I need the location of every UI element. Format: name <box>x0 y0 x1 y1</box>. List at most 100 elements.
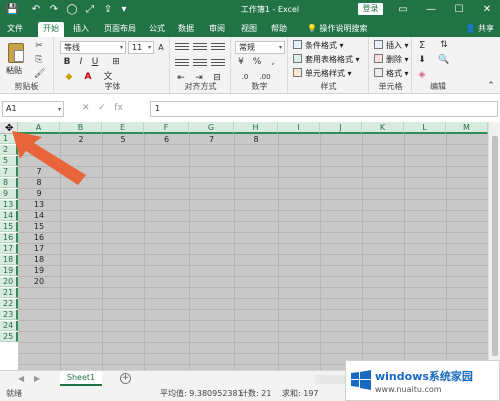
autosum-button[interactable]: Σ <box>417 40 427 51</box>
column-header-g[interactable]: G <box>189 122 234 134</box>
column-header-e[interactable]: E <box>102 122 144 134</box>
align-right-icon[interactable] <box>211 59 225 69</box>
cell-a16[interactable]: 16 <box>18 233 60 243</box>
cell-e1[interactable]: 5 <box>102 135 144 145</box>
column-header-h[interactable]: H <box>234 122 278 134</box>
percent-button[interactable]: % <box>252 57 262 68</box>
delete-button[interactable]: 删除 ▾ <box>374 54 409 66</box>
number-format-select[interactable]: 常规 ▾ <box>235 41 285 54</box>
format-as-table-button[interactable]: 套用表格格式 ▾ <box>293 54 360 66</box>
cell-a19[interactable]: 19 <box>18 266 60 276</box>
row-header[interactable]: 13 <box>0 200 18 210</box>
align-top-icon[interactable] <box>175 43 189 53</box>
find-select-icon[interactable]: 🔍 <box>437 55 451 66</box>
share-button[interactable]: 👤 共享 <box>465 22 494 35</box>
tab-data[interactable]: 数据 <box>175 22 197 37</box>
tab-formulas[interactable]: 公式 <box>146 22 168 37</box>
customize-qa-icon[interactable]: ▾ <box>118 3 130 16</box>
font-name-select[interactable]: 等线 ▾ <box>60 41 126 54</box>
prev-sheet-icon[interactable]: ◀ <box>18 374 24 383</box>
column-header-k[interactable]: K <box>362 122 404 134</box>
conditional-format-button[interactable]: 条件格式 ▾ <box>293 40 344 52</box>
tab-insert[interactable]: 插入 <box>70 22 92 37</box>
row-header[interactable]: 19 <box>0 266 18 276</box>
column-header-m[interactable]: M <box>446 122 488 134</box>
currency-button[interactable]: ¥ <box>236 57 246 68</box>
copy-icon[interactable]: ⎘ <box>34 55 44 65</box>
tab-home[interactable]: 开始 <box>38 22 64 37</box>
bold-button[interactable]: B <box>62 57 72 68</box>
italic-button[interactable]: I <box>76 57 86 68</box>
collapse-ribbon-icon[interactable]: ⌃ <box>486 81 496 92</box>
ribbon-display-icon[interactable]: ▭ <box>392 2 414 17</box>
cell-a20[interactable]: 20 <box>18 277 60 287</box>
next-sheet-icon[interactable]: ▶ <box>34 374 40 383</box>
comma-button[interactable]: , <box>268 57 278 68</box>
sort-filter-icon[interactable]: ⇅ <box>437 40 451 51</box>
tab-file[interactable]: 文件 <box>4 22 26 37</box>
cell-a17[interactable]: 17 <box>18 244 60 254</box>
cell-styles-button[interactable]: 单元格样式 ▾ <box>293 68 352 80</box>
enter-icon[interactable]: ✓ <box>98 103 106 113</box>
format-button[interactable]: 格式 ▾ <box>374 68 409 80</box>
paste-icon[interactable] <box>8 43 24 63</box>
insert-button[interactable]: 插入 ▾ <box>374 40 409 52</box>
row-header[interactable]: 21 <box>0 288 18 298</box>
cell-a9[interactable]: 9 <box>18 189 60 199</box>
minimize-icon[interactable]: — <box>420 2 442 17</box>
grow-font-icon[interactable]: A <box>156 42 166 53</box>
save-icon[interactable]: 💾 <box>6 3 18 16</box>
vertical-scrollbar[interactable] <box>488 122 500 370</box>
column-header-j[interactable]: J <box>320 122 362 134</box>
row-header[interactable]: 17 <box>0 244 18 254</box>
vertical-scroll-thumb[interactable] <box>492 136 498 356</box>
align-bottom-icon[interactable] <box>211 43 225 53</box>
sheet-tab-sheet1[interactable]: Sheet1 <box>60 371 102 386</box>
tab-view[interactable]: 视图 <box>238 22 260 37</box>
tab-page-layout[interactable]: 页面布局 <box>100 22 140 37</box>
format-painter-icon[interactable]: 🖌 <box>34 69 45 79</box>
login-button[interactable]: 登录 <box>358 3 383 15</box>
cancel-icon[interactable]: ✕ <box>82 103 90 113</box>
close-icon[interactable]: ✕ <box>476 2 498 17</box>
add-sheet-button[interactable]: + <box>120 373 131 384</box>
shape-icon[interactable]: ◯ <box>66 3 78 16</box>
row-header[interactable]: 23 <box>0 310 18 320</box>
tell-me-search[interactable]: 💡 操作说明搜索 <box>307 22 368 35</box>
row-header[interactable]: 14 <box>0 211 18 221</box>
row-header[interactable]: 20 <box>0 277 18 287</box>
align-left-icon[interactable] <box>175 59 189 69</box>
insert-function-icon[interactable]: fx <box>114 103 123 113</box>
maximize-icon[interactable]: ☐ <box>448 2 470 17</box>
row-header[interactable]: 16 <box>0 233 18 243</box>
row-header[interactable]: 22 <box>0 299 18 309</box>
redo-icon[interactable]: ↷ <box>48 3 60 16</box>
underline-button[interactable]: U <box>90 57 100 68</box>
upload-icon[interactable]: ⇪ <box>102 3 114 16</box>
cell-a14[interactable]: 14 <box>18 211 60 221</box>
cut-icon[interactable]: ✂ <box>34 41 44 51</box>
cell-f1[interactable]: 6 <box>144 135 189 145</box>
undo-icon[interactable]: ↶ <box>30 3 42 16</box>
paste-button-label[interactable]: 粘贴 <box>6 65 22 76</box>
cell-a13[interactable]: 13 <box>18 200 60 210</box>
column-header-l[interactable]: L <box>404 122 446 134</box>
row-header[interactable]: 15 <box>0 222 18 232</box>
row-header[interactable]: 18 <box>0 255 18 265</box>
formula-input[interactable]: 1 <box>150 101 498 117</box>
cell-a18[interactable]: 18 <box>18 255 60 265</box>
row-header[interactable]: 24 <box>0 321 18 331</box>
row-header[interactable]: 9 <box>0 189 18 199</box>
align-center-icon[interactable] <box>193 59 207 69</box>
cell-a15[interactable]: 15 <box>18 222 60 232</box>
column-header-f[interactable]: F <box>144 122 189 134</box>
clear-icon[interactable]: ◈ <box>417 70 427 81</box>
borders-icon[interactable]: ⊞ <box>110 57 122 68</box>
align-middle-icon[interactable] <box>193 43 207 53</box>
name-box[interactable]: A1 ▾ <box>2 101 64 117</box>
tab-help[interactable]: 帮助 <box>268 22 290 37</box>
column-header-i[interactable]: I <box>278 122 320 134</box>
cell-g1[interactable]: 7 <box>189 135 234 145</box>
font-size-select[interactable]: 11 ▾ <box>128 41 154 54</box>
row-header[interactable]: 25 <box>0 332 18 342</box>
